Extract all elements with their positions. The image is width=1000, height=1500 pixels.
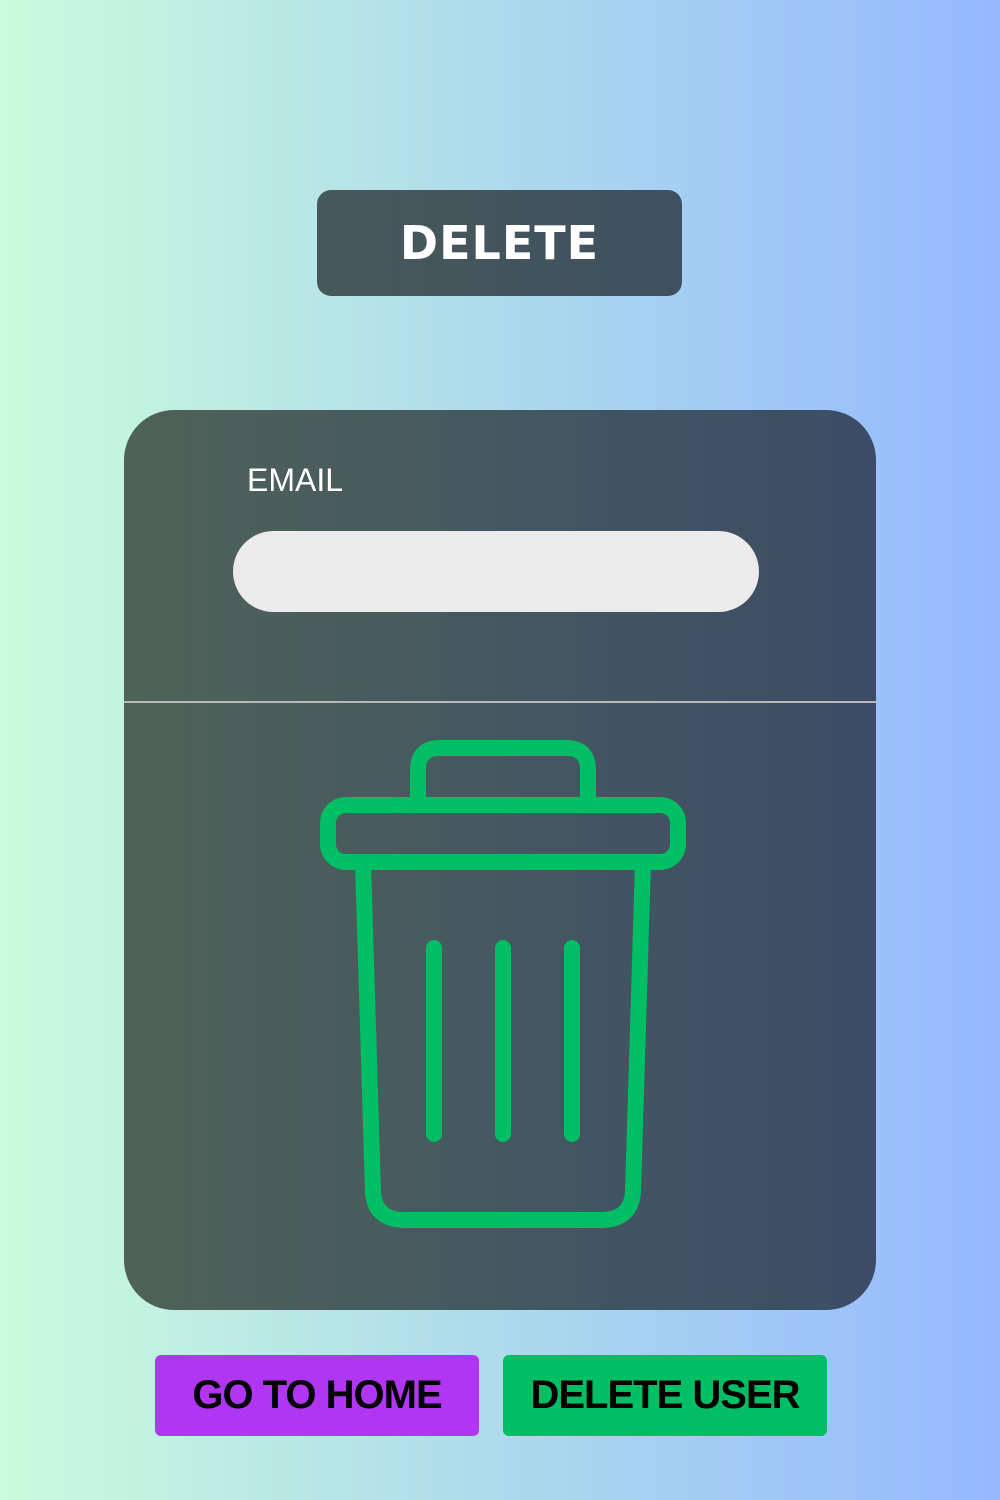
page-title-badge: DELETE: [317, 190, 682, 296]
email-field[interactable]: [233, 531, 759, 612]
divider: [124, 701, 876, 703]
trash-can-icon: [320, 740, 686, 1228]
go-to-home-label: GO TO HOME: [192, 1373, 442, 1417]
page-title: DELETE: [399, 216, 600, 270]
delete-user-button[interactable]: DELETE USER: [503, 1355, 827, 1436]
delete-user-label: DELETE USER: [530, 1373, 800, 1417]
go-to-home-button[interactable]: GO TO HOME: [155, 1355, 479, 1436]
email-label: EMAIL: [247, 462, 344, 498]
delete-user-card: EMAIL: [124, 410, 876, 1310]
